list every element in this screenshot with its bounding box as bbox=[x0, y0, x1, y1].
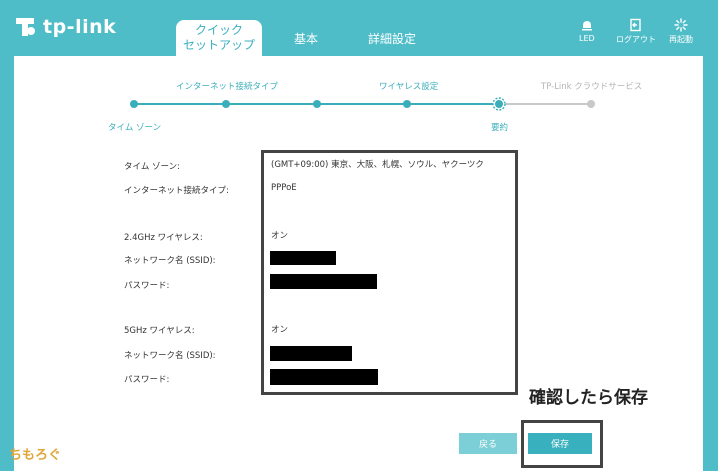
led-label: LED bbox=[579, 34, 595, 43]
save-button[interactable]: 保存 bbox=[528, 433, 592, 454]
step-label-timezone: タイム ゾーン bbox=[108, 123, 162, 133]
summary-label-24ghz: 2.4GHz ワイヤレス: bbox=[124, 233, 203, 243]
step-label-summary: 要約 bbox=[491, 123, 509, 133]
quick-setup-panel: インターネット接続タイプ ワイヤレス設定 TP-Link クラウドサービス タイ… bbox=[14, 56, 703, 471]
progress-step-3 bbox=[313, 100, 321, 108]
progress-step-6 bbox=[587, 100, 595, 108]
led-bulb-icon bbox=[581, 21, 592, 31]
reboot-label: 再起動 bbox=[669, 35, 693, 44]
tab-advanced[interactable]: 詳細設定 bbox=[368, 30, 416, 47]
tab-quick-setup-line1: クイック bbox=[194, 23, 243, 37]
reboot-icon bbox=[674, 18, 688, 32]
summary-label-ssid-24: ネットワーク名 (SSID): bbox=[124, 256, 216, 266]
brand-name: tp-link bbox=[43, 16, 117, 38]
watermark: ちもろぐ bbox=[9, 448, 62, 463]
logout-label: ログアウト bbox=[616, 35, 656, 44]
summary-label-password-24: パスワード: bbox=[124, 281, 170, 291]
step-label-wireless: ワイヤレス設定 bbox=[379, 82, 439, 92]
summary-label-timezone: タイム ゾーン: bbox=[124, 162, 180, 172]
logout-icon bbox=[630, 18, 641, 32]
tp-link-logo: tp-link bbox=[12, 14, 116, 40]
progress-step-5 bbox=[492, 97, 506, 111]
summary-label-connection: インターネット接続タイプ: bbox=[124, 186, 229, 196]
progress-step-2 bbox=[222, 100, 230, 108]
setup-progress: インターネット接続タイプ ワイヤレス設定 TP-Link クラウドサービス タイ… bbox=[14, 56, 703, 146]
progress-step-4 bbox=[403, 100, 411, 108]
led-button[interactable]: LED bbox=[579, 18, 595, 43]
summary-highlight-box bbox=[261, 150, 518, 395]
progress-step-1 bbox=[130, 100, 138, 108]
tab-quick-setup[interactable]: クイック セットアップ bbox=[176, 20, 262, 56]
summary-label-ssid-5: ネットワーク名 (SSID): bbox=[124, 351, 216, 361]
annotation-text: 確認したら保存 bbox=[529, 388, 648, 408]
reboot-button[interactable]: 再起動 bbox=[669, 18, 693, 45]
summary-label-5ghz: 5GHz ワイヤレス: bbox=[124, 326, 195, 336]
top-bar: tp-link クイック セットアップ 基本 詳細設定 LED ログアウト 再起… bbox=[0, 0, 718, 56]
tp-link-logo-icon bbox=[16, 18, 35, 36]
logout-button[interactable]: ログアウト bbox=[616, 18, 656, 45]
tab-basic[interactable]: 基本 bbox=[294, 30, 318, 47]
tab-quick-setup-line2: セットアップ bbox=[182, 38, 255, 52]
step-label-internet: インターネット接続タイプ bbox=[176, 82, 279, 92]
back-button[interactable]: 戻る bbox=[459, 433, 517, 454]
summary-label-password-5: パスワード: bbox=[124, 375, 170, 385]
step-label-cloud: TP-Link クラウドサービス bbox=[541, 82, 643, 92]
